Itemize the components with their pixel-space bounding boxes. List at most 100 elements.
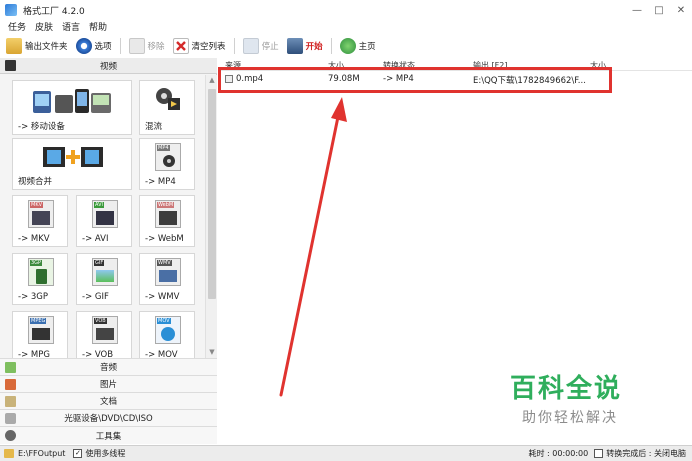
video-join-icon bbox=[41, 145, 105, 169]
category-video[interactable]: 视频 bbox=[0, 58, 217, 74]
clear-list-icon bbox=[172, 38, 189, 54]
tile-avi-label: -> AVI bbox=[82, 234, 109, 244]
toolbar-separator bbox=[233, 38, 235, 54]
tiles-scrollbar[interactable]: ▲ ▼ bbox=[205, 75, 217, 358]
home-button[interactable]: 主页 bbox=[339, 38, 376, 54]
scroll-up-icon[interactable]: ▲ bbox=[206, 75, 218, 86]
clear-list-button[interactable]: 清空列表 bbox=[172, 38, 226, 54]
highlight-box bbox=[218, 67, 612, 93]
video-tiles: -> 移动设备 混流 视频合并 MP4 -> MP4 MKV -> MKV AV… bbox=[0, 75, 205, 358]
tile-mobile-device[interactable]: -> 移动设备 bbox=[12, 80, 132, 135]
webm-badge: WebM bbox=[157, 202, 175, 208]
home-icon bbox=[339, 38, 356, 54]
tile-avi[interactable]: AVI -> AVI bbox=[76, 195, 132, 247]
menu-language[interactable]: 语言 bbox=[62, 20, 80, 33]
3gp-badge: 3GP bbox=[30, 260, 43, 266]
start-button[interactable]: 开始 bbox=[286, 38, 323, 54]
minimize-button[interactable]: — bbox=[626, 0, 648, 20]
tile-mkv-label: -> MKV bbox=[18, 234, 50, 244]
start-label: 开始 bbox=[305, 42, 323, 52]
category-document-label: 文档 bbox=[99, 397, 117, 407]
stop-icon bbox=[242, 38, 259, 54]
watermark-sub: 助你轻松解决 bbox=[522, 410, 618, 426]
start-icon bbox=[286, 38, 303, 54]
vob-badge: VOB bbox=[94, 318, 107, 324]
menu-skin[interactable]: 皮肤 bbox=[35, 20, 53, 33]
image-category-icon bbox=[5, 379, 16, 390]
category-video-label: 视频 bbox=[99, 61, 117, 72]
gif-badge: GIF bbox=[94, 260, 105, 266]
category-tools-label: 工具集 bbox=[95, 431, 122, 442]
options-button[interactable]: 选项 bbox=[75, 38, 112, 54]
vob-icon: VOB bbox=[92, 316, 118, 344]
avi-badge: AVI bbox=[94, 202, 104, 208]
tile-gif-label: -> GIF bbox=[82, 292, 109, 302]
disc-category-icon bbox=[5, 413, 16, 424]
tile-webm[interactable]: WebM -> WebM bbox=[139, 195, 195, 247]
maximize-button[interactable]: □ bbox=[648, 0, 670, 20]
tile-mux[interactable]: 混流 bbox=[139, 80, 195, 135]
scroll-down-icon[interactable]: ▼ bbox=[206, 347, 218, 358]
remove-label: 移除 bbox=[147, 42, 165, 52]
category-document[interactable]: 文档 bbox=[0, 392, 217, 409]
3gp-icon: 3GP bbox=[28, 258, 54, 286]
category-image-label: 图片 bbox=[99, 380, 117, 390]
elapsed-time: 耗时 : 00:00:00 bbox=[528, 449, 589, 458]
remove-button[interactable]: 移除 bbox=[128, 38, 165, 54]
tile-3gp-label: -> 3GP bbox=[18, 292, 49, 302]
mp4-badge: MP4 bbox=[157, 145, 170, 151]
tile-mux-label: 混流 bbox=[145, 122, 163, 132]
watermark: 百科全说 助你轻松解决 bbox=[510, 368, 660, 427]
category-disc[interactable]: 光驱设备\DVD\CD\ISO bbox=[0, 409, 217, 426]
menu-task[interactable]: 任务 bbox=[8, 20, 26, 33]
category-audio-label: 音频 bbox=[99, 363, 117, 373]
toolbar-separator bbox=[330, 38, 332, 54]
close-button[interactable]: ✕ bbox=[670, 0, 692, 20]
category-image[interactable]: 图片 bbox=[0, 375, 217, 392]
tile-gif[interactable]: GIF -> GIF bbox=[76, 253, 132, 305]
folder-icon bbox=[6, 38, 22, 54]
menu-help[interactable]: 帮助 bbox=[89, 20, 107, 33]
wmv-icon: WMV bbox=[155, 258, 181, 286]
document-category-icon bbox=[5, 396, 16, 407]
tile-mpg-label: -> MPG bbox=[18, 350, 50, 358]
mp4-icon: MP4 bbox=[155, 143, 181, 171]
category-tools[interactable]: 工具集 bbox=[0, 426, 217, 444]
tile-mkv[interactable]: MKV -> MKV bbox=[12, 195, 68, 247]
mobile-devices-icon bbox=[31, 87, 115, 115]
tile-vob[interactable]: VOB -> VOB bbox=[76, 311, 132, 358]
stop-label: 停止 bbox=[261, 42, 279, 52]
stop-button[interactable]: 停止 bbox=[242, 38, 279, 54]
after-convert-checkbox[interactable] bbox=[594, 449, 604, 458]
tile-webm-label: -> WebM bbox=[145, 234, 184, 244]
tile-wmv-label: -> WMV bbox=[145, 292, 180, 302]
app-icon bbox=[5, 4, 17, 16]
tile-mpg[interactable]: MPEG -> MPG bbox=[12, 311, 68, 358]
video-category-icon bbox=[5, 60, 16, 71]
multithread-label: 使用多线程 bbox=[85, 449, 126, 458]
mkv-badge: MKV bbox=[30, 202, 44, 208]
tile-mp4[interactable]: MP4 -> MP4 bbox=[139, 138, 195, 190]
tile-mov[interactable]: MOV -> MOV bbox=[139, 311, 195, 358]
scroll-thumb[interactable] bbox=[208, 89, 216, 299]
gif-icon: GIF bbox=[92, 258, 118, 286]
mpg-icon: MPEG bbox=[28, 316, 54, 344]
mpg-badge: MPEG bbox=[30, 318, 47, 324]
category-disc-label: 光驱设备\DVD\CD\ISO bbox=[64, 414, 153, 424]
tile-3gp[interactable]: 3GP -> 3GP bbox=[12, 253, 68, 305]
tools-category-icon bbox=[5, 430, 16, 441]
function-panel: 视频 -> 移动设备 混流 视频合并 MP4 -> MP4 MKV -> MKV… bbox=[0, 58, 217, 444]
window-controls: — □ ✕ bbox=[626, 0, 692, 20]
tile-video-join[interactable]: 视频合并 bbox=[12, 138, 132, 190]
status-bar: E:\FFOutput ✓ 使用多线程 耗时 : 00:00:00 转换完成后 … bbox=[0, 445, 692, 461]
tile-wmv[interactable]: WMV -> WMV bbox=[139, 253, 195, 305]
mov-badge: MOV bbox=[157, 318, 171, 324]
audio-category-icon bbox=[5, 362, 16, 373]
multithread-checkbox[interactable]: ✓ bbox=[73, 449, 83, 458]
tile-vob-label: -> VOB bbox=[82, 350, 114, 358]
output-path[interactable]: E:\FFOutput bbox=[18, 449, 65, 458]
clear-list-label: 清空列表 bbox=[191, 42, 226, 52]
wmv-badge: WMV bbox=[157, 260, 172, 266]
output-folder-button[interactable]: 输出文件夹 bbox=[6, 38, 68, 54]
category-audio[interactable]: 音频 bbox=[0, 358, 217, 375]
